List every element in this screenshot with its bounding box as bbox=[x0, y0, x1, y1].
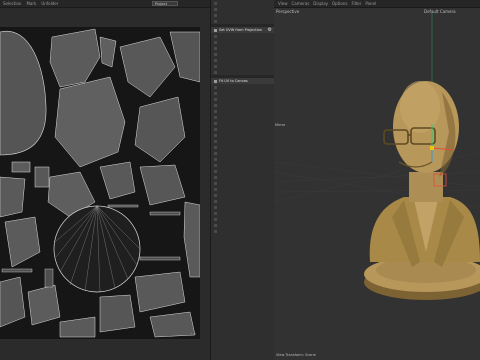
viewport-menu-cameras[interactable]: Cameras bbox=[292, 1, 310, 6]
tool-icon bbox=[214, 139, 217, 143]
tool-icon bbox=[214, 175, 217, 179]
viewport-menu-view[interactable]: View bbox=[278, 1, 288, 6]
tool-icon bbox=[214, 97, 217, 101]
uv-tools-panel: Set UVW from Projection ⚙ Fit UV to Canvas bbox=[210, 0, 275, 360]
tool-icon bbox=[214, 46, 217, 50]
tool-icon bbox=[214, 199, 217, 203]
tool-icon bbox=[214, 193, 217, 197]
tool-label: Set UVW from Projection bbox=[219, 28, 262, 32]
tool-icon bbox=[214, 19, 217, 23]
uv-islands bbox=[0, 28, 200, 338]
tool-icon bbox=[214, 133, 217, 137]
tool-item[interactable] bbox=[211, 228, 274, 234]
tool-icon bbox=[214, 187, 217, 191]
uv-canvas[interactable] bbox=[0, 27, 200, 339]
tool-icon bbox=[214, 109, 217, 113]
tool-icon bbox=[214, 91, 217, 95]
viewport-menu-filter[interactable]: Filter bbox=[351, 1, 361, 6]
tool-icon bbox=[214, 40, 217, 44]
tool-icon bbox=[214, 13, 217, 17]
uv-project-dropdown[interactable]: Project bbox=[152, 1, 178, 6]
tool-icon bbox=[214, 58, 217, 62]
tool-icon bbox=[214, 1, 217, 5]
uv-editor-panel: Selection Mark Unfolder Project 1.0 bbox=[0, 0, 210, 360]
tool-label: Fit UV to Canvas bbox=[219, 79, 248, 83]
tool-icon bbox=[214, 70, 217, 74]
tool-icon bbox=[214, 163, 217, 167]
viewport-menu-display[interactable]: Display bbox=[313, 1, 328, 6]
tool-icon bbox=[214, 34, 217, 38]
tool-icon bbox=[214, 64, 217, 68]
viewport-menubar: View Cameras Display Options Filter Pane… bbox=[274, 0, 480, 8]
tool-icon bbox=[214, 151, 217, 155]
tool-icon bbox=[214, 127, 217, 131]
tool-icon bbox=[214, 52, 217, 56]
tool-icon bbox=[214, 169, 217, 173]
tool-icon bbox=[214, 145, 217, 149]
tool-icon bbox=[214, 103, 217, 107]
tool-icon bbox=[214, 211, 217, 215]
uv-menu-selection[interactable]: Selection bbox=[3, 1, 21, 6]
tool-icon bbox=[214, 85, 217, 89]
viewport-scene[interactable] bbox=[274, 12, 480, 358]
tool-icon bbox=[214, 181, 217, 185]
tool-icon bbox=[214, 79, 217, 83]
status-bar: View Transform: Scene bbox=[276, 353, 316, 357]
viewport-panel: View Cameras Display Options Filter Pane… bbox=[274, 0, 480, 360]
tool-icon bbox=[214, 223, 217, 227]
gear-icon[interactable]: ⚙ bbox=[268, 27, 272, 33]
tool-icon bbox=[214, 205, 217, 209]
viewport-menu-panel[interactable]: Panel bbox=[365, 1, 376, 6]
uv-menubar: Selection Mark Unfolder bbox=[0, 0, 210, 8]
tool-icon bbox=[214, 157, 217, 161]
viewport-menu-options[interactable]: Options bbox=[332, 1, 347, 6]
tool-icon bbox=[214, 121, 217, 125]
uv-menu-mark[interactable]: Mark bbox=[26, 1, 36, 6]
uv-coord-label: 1.0 bbox=[190, 332, 196, 336]
tool-icon bbox=[214, 115, 217, 119]
uv-menu-unfolder[interactable]: Unfolder bbox=[41, 1, 58, 6]
tool-icon bbox=[214, 229, 217, 233]
bust-model bbox=[274, 12, 480, 300]
tool-icon bbox=[214, 7, 217, 11]
tool-icon bbox=[214, 217, 217, 221]
tool-icon bbox=[214, 28, 217, 32]
